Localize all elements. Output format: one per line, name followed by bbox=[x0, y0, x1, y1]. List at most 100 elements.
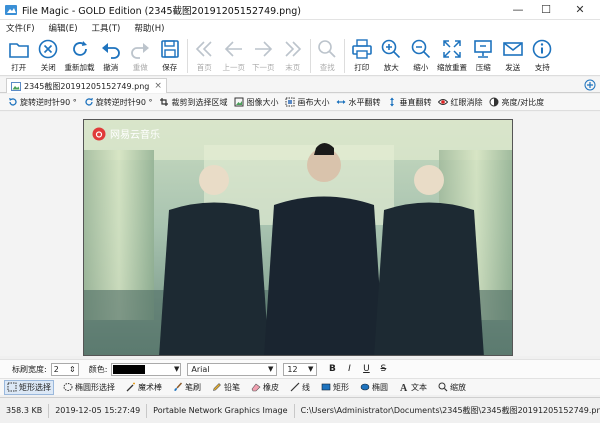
zoom-in-icon bbox=[381, 39, 401, 59]
ellipse-select-tool[interactable]: 椭圆形选择 bbox=[61, 381, 117, 394]
rectangle-tool[interactable]: 矩形 bbox=[319, 381, 351, 394]
underline-button[interactable]: U bbox=[359, 363, 373, 376]
print-label: 打印 bbox=[354, 63, 370, 72]
zoom-tool-label: 缩放 bbox=[450, 382, 466, 392]
svg-text:A: A bbox=[400, 383, 408, 392]
next-page-button[interactable]: 下一页 bbox=[249, 36, 279, 76]
file-date: 2019-12-05 15:27:49 bbox=[49, 403, 148, 418]
zoom-tool[interactable]: 缩放 bbox=[436, 381, 468, 394]
canvas-size-icon bbox=[285, 97, 295, 107]
rect-select-tool[interactable]: 矩形选择 bbox=[4, 379, 54, 395]
brightness-contrast-button[interactable]: 亮度/对比度 bbox=[489, 97, 544, 108]
chevron-down-icon[interactable]: ▼ bbox=[174, 365, 179, 373]
image-size-button[interactable]: 图像大小 bbox=[234, 97, 278, 108]
flip-horizontal-button[interactable]: 水平翻转 bbox=[336, 97, 380, 108]
color-swatch bbox=[113, 364, 146, 374]
image-canvas-area[interactable]: 网易云音乐 bbox=[0, 112, 600, 356]
chevron-down-icon[interactable]: ▼ bbox=[268, 365, 273, 373]
watermark: 网易云音乐 bbox=[92, 126, 160, 141]
prev-page-button[interactable]: 上一页 bbox=[219, 36, 249, 76]
rotate-cw-button[interactable]: 旋转逆时针90 ° bbox=[84, 97, 152, 108]
crop-selection-label: 裁剪到选择区域 bbox=[171, 97, 228, 107]
brush-width-spinner[interactable]: 2 ⇕ bbox=[50, 362, 79, 376]
rect-select-icon bbox=[7, 382, 17, 392]
toolbar-divider bbox=[344, 39, 345, 73]
open-label: 打开 bbox=[11, 63, 27, 72]
flip-vertical-button[interactable]: 垂直翻转 bbox=[387, 97, 431, 108]
save-disk-icon bbox=[160, 40, 179, 58]
support-button[interactable]: 支持 bbox=[528, 36, 558, 76]
bold-button[interactable]: B bbox=[325, 363, 339, 376]
document-tab-label: 2345截图20191205152749.png bbox=[24, 81, 150, 91]
image-preview[interactable]: 网易云音乐 bbox=[83, 119, 513, 356]
maximize-button[interactable]: ☐ bbox=[532, 0, 560, 20]
crop-selection-button[interactable]: 裁剪到选择区域 bbox=[159, 97, 227, 108]
line-icon bbox=[290, 382, 300, 392]
pencil-icon bbox=[213, 383, 221, 391]
open-button[interactable]: 打开 bbox=[4, 36, 34, 76]
menu-tools[interactable]: 工具(T) bbox=[92, 22, 121, 34]
rectangle-label: 矩形 bbox=[333, 382, 349, 392]
font-size-select[interactable]: 12 ▼ bbox=[283, 362, 318, 376]
magic-wand-tool[interactable]: 魔术棒 bbox=[124, 381, 164, 394]
rectangle-icon bbox=[321, 383, 331, 391]
ellipse-select-label: 椭圆形选择 bbox=[75, 382, 115, 392]
font-select[interactable]: Arial ▼ bbox=[187, 362, 278, 376]
compress-button[interactable]: 压缩 bbox=[469, 36, 499, 76]
printer-icon bbox=[351, 39, 372, 59]
minimize-button[interactable]: — bbox=[504, 0, 532, 20]
rotate-left-icon bbox=[9, 98, 17, 106]
eraser-tool[interactable]: 橡皮 bbox=[249, 381, 281, 394]
zoom-reset-button[interactable]: 缩放重置 bbox=[436, 36, 469, 76]
chevron-down-icon[interactable]: ▼ bbox=[308, 365, 313, 373]
text-tool[interactable]: A 文本 bbox=[397, 381, 429, 394]
save-button[interactable]: 保存 bbox=[155, 36, 185, 76]
redo-button[interactable]: 重做 bbox=[126, 36, 156, 76]
contrast-icon bbox=[489, 97, 499, 107]
mail-icon bbox=[502, 42, 523, 56]
italic-button[interactable]: I bbox=[342, 363, 356, 376]
rotate-ccw-button[interactable]: 旋转逆时针90 ° bbox=[8, 97, 77, 108]
undo-button[interactable]: 撤消 bbox=[96, 36, 126, 76]
add-tab-icon[interactable] bbox=[584, 79, 596, 91]
ellipse-tool[interactable]: 椭圆 bbox=[358, 381, 390, 394]
brush-tool[interactable]: 笔刷 bbox=[171, 381, 203, 394]
find-label: 查找 bbox=[319, 63, 335, 72]
info-icon bbox=[532, 39, 552, 59]
red-eye-button[interactable]: 红眼消除 bbox=[438, 97, 482, 108]
search-icon bbox=[318, 40, 336, 58]
spinner-arrows-icon[interactable]: ⇕ bbox=[69, 365, 76, 374]
arrow-left-icon bbox=[224, 41, 242, 57]
send-button[interactable]: 发送 bbox=[498, 36, 528, 76]
reload-button[interactable]: 重新加载 bbox=[63, 36, 96, 76]
zoom-in-label: 放大 bbox=[383, 63, 399, 72]
main-toolbar: 打开 关闭 重新加载 撤消 重做 保存 首页 上一页 下一页 末页 查找 打印 … bbox=[0, 36, 600, 76]
font-size-value: 12 bbox=[287, 364, 298, 374]
zoom-out-button[interactable]: 缩小 bbox=[406, 36, 436, 76]
menu-file[interactable]: 文件(F) bbox=[6, 22, 35, 34]
menu-edit[interactable]: 编辑(E) bbox=[49, 22, 78, 34]
file-path: C:\Users\Administrator\Documents\2345截图\… bbox=[300, 406, 600, 415]
image-tools-bar: 旋转逆时针90 ° 旋转逆时针90 ° 裁剪到选择区域 图像大小 画布大小 水平… bbox=[0, 94, 600, 111]
brush-width-value: 2 bbox=[53, 364, 59, 374]
zoom-in-button[interactable]: 放大 bbox=[377, 36, 407, 76]
app-logo-icon bbox=[5, 4, 17, 15]
ellipse-select-icon bbox=[63, 383, 73, 391]
pencil-tool[interactable]: 铅笔 bbox=[210, 381, 242, 394]
canvas-size-button[interactable]: 画布大小 bbox=[285, 97, 329, 108]
last-page-button[interactable]: 末页 bbox=[278, 36, 308, 76]
print-button[interactable]: 打印 bbox=[347, 36, 377, 76]
reload-icon bbox=[72, 41, 87, 56]
menu-help[interactable]: 帮助(H) bbox=[134, 22, 164, 34]
strikethrough-button[interactable]: S bbox=[376, 363, 390, 376]
document-tab[interactable]: 2345截图20191205152749.png × bbox=[6, 78, 167, 93]
close-window-button[interactable]: ✕ bbox=[560, 0, 600, 20]
close-file-button[interactable]: 关闭 bbox=[34, 36, 64, 76]
color-picker[interactable]: ▼ bbox=[111, 362, 182, 376]
image-file-icon bbox=[11, 81, 21, 91]
line-tool[interactable]: 线 bbox=[288, 381, 312, 394]
find-button[interactable]: 查找 bbox=[313, 36, 343, 76]
flip-vertical-icon bbox=[390, 97, 395, 107]
first-page-button[interactable]: 首页 bbox=[190, 36, 220, 76]
tab-close-icon[interactable]: × bbox=[154, 81, 162, 91]
